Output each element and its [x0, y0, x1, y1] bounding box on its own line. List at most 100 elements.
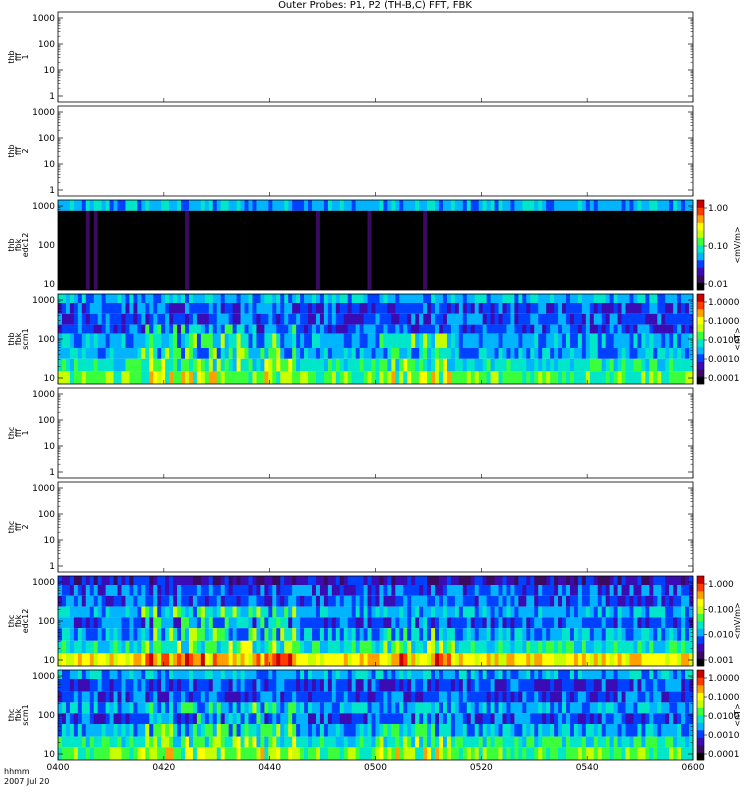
heatmap-cell	[403, 585, 408, 596]
heatmap-cell	[566, 358, 571, 372]
heatmap-cell	[423, 358, 428, 372]
heatmap-cell	[212, 702, 218, 714]
heatmap-cell	[113, 595, 118, 607]
heatmap-cell	[411, 358, 416, 372]
heatmap-cell	[562, 713, 567, 724]
heatmap-cell	[399, 628, 404, 641]
heatmap-cell	[69, 617, 75, 629]
heatmap-cell	[335, 303, 341, 314]
heatmap-cell	[562, 679, 567, 692]
heatmap-cell	[89, 210, 95, 290]
heatmap-cell	[69, 736, 75, 748]
heatmap-cell	[212, 313, 218, 325]
heatmap-cell	[149, 653, 154, 666]
heatmap-cell	[661, 628, 666, 641]
heatmap-cell	[77, 617, 83, 629]
heatmap-cell	[304, 210, 309, 290]
heatmap-cell	[569, 628, 575, 641]
heatmap-cell	[101, 313, 107, 325]
heatmap-cell	[192, 595, 198, 607]
heatmap-cell	[391, 691, 396, 703]
heatmap-cell	[181, 371, 186, 384]
heatmap-cell	[125, 576, 130, 585]
heatmap-cell	[625, 653, 630, 666]
heatmap-cell	[165, 210, 170, 290]
heatmap-cell	[486, 713, 491, 724]
heatmap-cell	[248, 736, 253, 748]
heatmap-cell	[621, 333, 626, 348]
heatmap-cell	[157, 348, 162, 359]
heatmap-cell	[506, 200, 511, 211]
heatmap-cell	[252, 670, 257, 679]
heatmap-cell	[558, 724, 563, 737]
heatmap-cell	[542, 724, 547, 737]
heatmap-cell	[73, 640, 79, 654]
colorbar-segment	[697, 613, 704, 622]
heatmap-cell	[113, 585, 118, 596]
heatmap-cell	[85, 358, 91, 372]
heatmap-cell	[506, 313, 511, 325]
heatmap-cell	[173, 371, 178, 384]
heatmap-cell	[569, 724, 575, 737]
heatmap-cell	[252, 324, 257, 334]
heatmap-cell	[252, 617, 257, 629]
heatmap-cell	[371, 679, 376, 692]
heatmap-cell	[363, 640, 368, 654]
heatmap-cell	[669, 691, 674, 703]
heatmap-cell	[597, 313, 603, 325]
heatmap-cell	[113, 653, 118, 666]
heatmap-cell	[248, 333, 253, 348]
heatmap-cell	[526, 333, 531, 348]
heatmap-cell	[276, 576, 281, 585]
heatmap-cell	[562, 348, 567, 359]
heatmap-cell	[113, 736, 118, 748]
heatmap-cell	[93, 303, 99, 314]
panel-frame	[57, 481, 694, 573]
heatmap-cell	[613, 595, 618, 607]
heatmap-cell	[97, 670, 103, 679]
heatmap-cell	[220, 313, 226, 325]
heatmap-cell	[379, 640, 384, 654]
heatmap-cell	[192, 576, 198, 585]
heatmap-cell	[268, 324, 273, 334]
heatmap-cell	[502, 371, 507, 384]
heatmap-cell	[522, 617, 527, 629]
heatmap-cell	[478, 303, 484, 314]
heatmap-cell	[347, 670, 353, 679]
heatmap-cell	[685, 585, 690, 596]
heatmap-cell	[260, 670, 265, 679]
heatmap-cell	[208, 747, 214, 760]
heatmap-cell	[498, 691, 503, 703]
heatmap-cell	[173, 576, 178, 585]
heatmap-cell	[292, 348, 297, 359]
heatmap-cell	[304, 324, 309, 334]
heatmap-cell	[129, 628, 134, 641]
heatmap-cell	[343, 640, 349, 654]
heatmap-cell	[248, 371, 253, 384]
heatmap-cell	[573, 200, 579, 211]
heatmap-cell	[566, 576, 571, 585]
heatmap-cell	[85, 371, 91, 384]
heatmap-cell	[458, 702, 464, 714]
heatmap-cell	[518, 713, 523, 724]
heatmap-cell	[169, 747, 174, 760]
heatmap-cell	[165, 670, 170, 679]
heatmap-cell	[331, 679, 337, 692]
heatmap-cell	[661, 653, 666, 666]
heatmap-cell	[558, 585, 563, 596]
heatmap-cell	[319, 358, 325, 372]
heatmap-cell	[129, 691, 134, 703]
heatmap-cell	[304, 679, 309, 692]
heatmap-cell	[137, 303, 142, 314]
heatmap-cell	[581, 679, 587, 692]
heatmap-cell	[284, 640, 289, 654]
heatmap-cell	[673, 333, 678, 348]
heatmap-cell	[85, 210, 91, 290]
heatmap-cell	[665, 679, 670, 692]
heatmap-cell	[300, 606, 305, 618]
x-tick-label: 0600	[682, 763, 705, 773]
heatmap-cell	[585, 640, 591, 654]
heatmap-cell	[61, 691, 67, 703]
heatmap-cell	[77, 640, 83, 654]
heatmap-cell	[462, 617, 468, 629]
